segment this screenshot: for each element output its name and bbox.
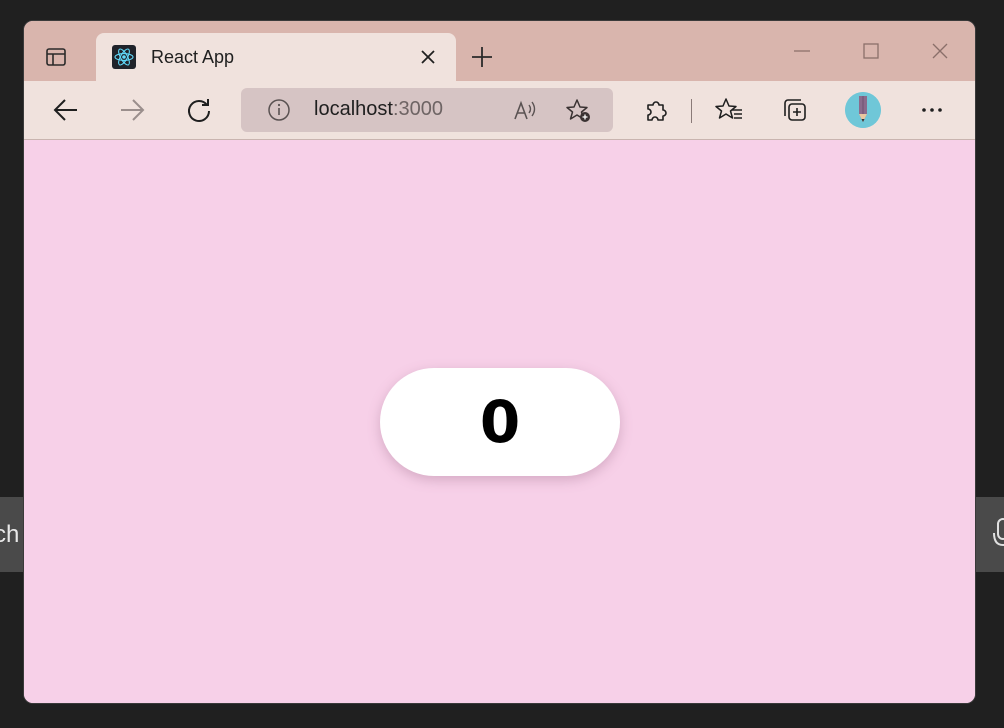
counter-button[interactable]: 0 bbox=[380, 368, 620, 476]
close-window-icon[interactable] bbox=[928, 39, 952, 63]
minimize-icon[interactable] bbox=[790, 39, 814, 63]
collections-button[interactable] bbox=[780, 95, 810, 125]
title-bar: React App bbox=[24, 21, 975, 81]
react-logo-icon bbox=[112, 45, 136, 69]
favorites-button[interactable] bbox=[714, 95, 744, 125]
maximize-icon[interactable] bbox=[859, 39, 883, 63]
avatar bbox=[845, 92, 881, 128]
back-button[interactable] bbox=[51, 95, 81, 125]
star-plus-icon[interactable] bbox=[565, 97, 593, 125]
address-url[interactable]: localhost:3000 bbox=[314, 98, 443, 121]
tab-title: React App bbox=[151, 47, 235, 67]
forward-button[interactable] bbox=[117, 95, 147, 125]
microphone-icon bbox=[993, 518, 1004, 547]
profile-avatar[interactable] bbox=[845, 92, 881, 128]
browser-toolbar: localhost:3000 bbox=[24, 81, 975, 140]
ellipsis-icon bbox=[922, 108, 942, 112]
more-button[interactable] bbox=[917, 95, 947, 125]
extensions-button[interactable] bbox=[641, 95, 671, 125]
page-content: 0 bbox=[24, 140, 975, 703]
address-bar[interactable]: localhost:3000 bbox=[241, 88, 613, 132]
tab-actions-button[interactable] bbox=[38, 41, 74, 73]
info-icon[interactable] bbox=[267, 98, 291, 122]
desktop-mic-button[interactable] bbox=[972, 497, 1004, 572]
refresh-icon bbox=[188, 99, 210, 122]
close-tab-icon[interactable] bbox=[418, 47, 438, 67]
tab-actions-icon bbox=[46, 48, 66, 66]
address-host: localhost bbox=[314, 98, 393, 120]
tab-react-app[interactable]: React App bbox=[96, 33, 456, 81]
refresh-button[interactable] bbox=[184, 95, 214, 125]
new-tab-plus-icon[interactable] bbox=[468, 43, 496, 71]
address-port: :3000 bbox=[392, 98, 443, 120]
read-aloud-icon[interactable] bbox=[511, 97, 539, 125]
forward-arrow-icon bbox=[121, 99, 145, 121]
back-arrow-icon bbox=[53, 99, 77, 121]
favorites-list-icon bbox=[715, 98, 742, 119]
collections-icon bbox=[784, 99, 806, 121]
puzzle-icon bbox=[647, 101, 667, 121]
desktop-search-text: ch bbox=[0, 521, 20, 548]
toolbar-separator bbox=[691, 99, 692, 123]
browser-window: React App localhost:3000 0 bbox=[24, 21, 975, 703]
